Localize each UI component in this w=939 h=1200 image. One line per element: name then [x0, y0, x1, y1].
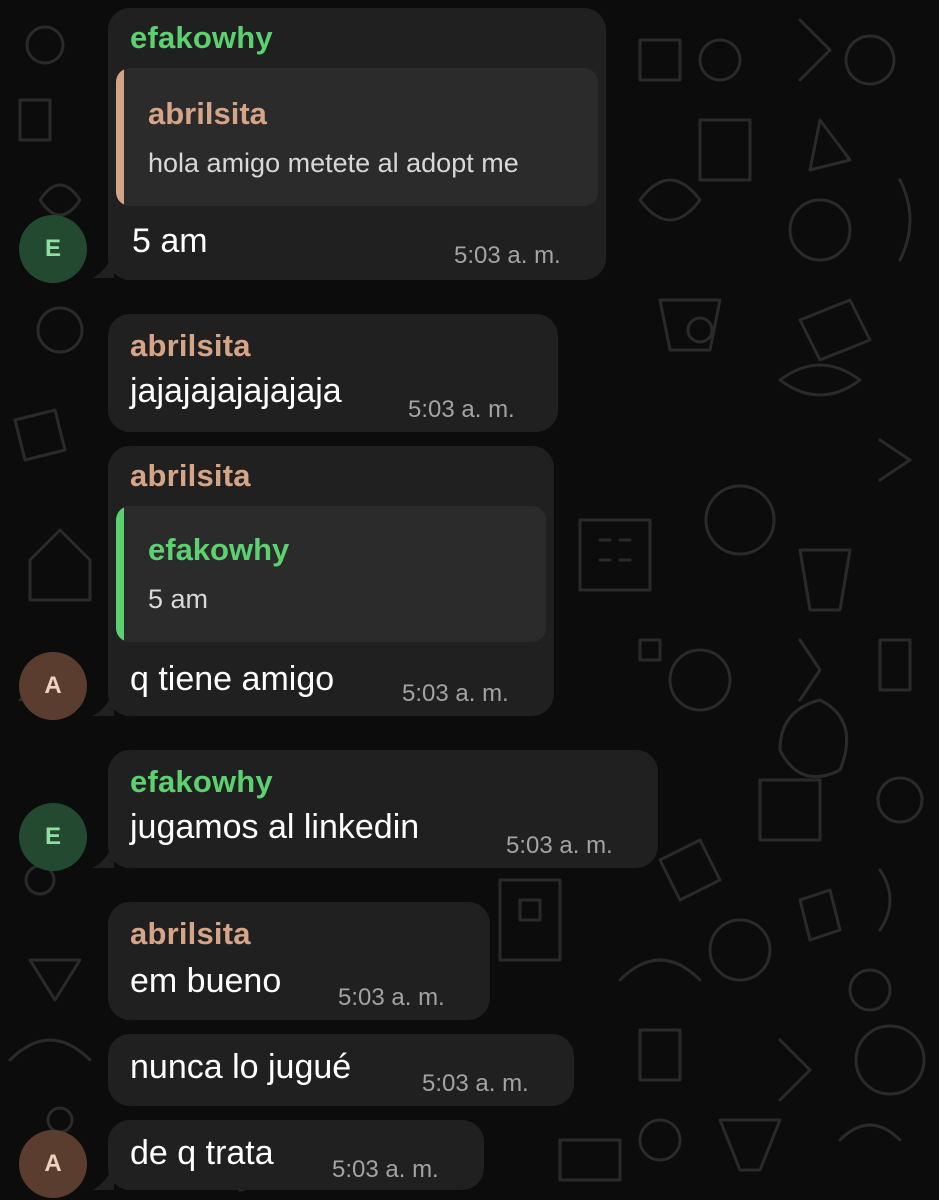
chat-view[interactable]: efakowhy abrilsita hola amigo metete al … [0, 0, 939, 1200]
message-bubble[interactable]: efakowhy jugamos al linkedin 5:03 a. m. [108, 750, 658, 868]
message-bubble[interactable]: abrilsita efakowhy 5 am q tiene amigo 5:… [108, 446, 554, 716]
message-timestamp: 5:03 a. m. [454, 242, 561, 269]
quote-bar [116, 68, 124, 206]
reply-quote[interactable]: efakowhy 5 am [116, 506, 546, 642]
avatar[interactable]: A [19, 652, 87, 720]
message-timestamp: 5:03 a. m. [402, 680, 509, 707]
message-bubble[interactable]: abrilsita jajajajajajajaja 5:03 a. m. [108, 314, 558, 432]
message-text: q tiene amigo [130, 660, 335, 698]
message-timestamp: 5:03 a. m. [338, 984, 445, 1011]
quote-text: 5 am [148, 584, 209, 614]
sender-name[interactable]: abrilsita [130, 458, 251, 494]
avatar[interactable]: E [19, 215, 87, 283]
quote-bar [116, 506, 124, 642]
quote-sender: efakowhy [148, 532, 290, 567]
quote-sender: abrilsita [148, 96, 267, 131]
message-text: jugamos al linkedin [130, 808, 420, 846]
message-bubble[interactable]: nunca lo jugué 5:03 a. m. [108, 1034, 574, 1106]
quote-text: hola amigo metete al adopt me [148, 148, 519, 178]
message-timestamp: 5:03 a. m. [506, 832, 613, 859]
sender-name[interactable]: efakowhy [130, 764, 273, 800]
avatar[interactable]: A [19, 1130, 87, 1198]
message-text: nunca lo jugué [130, 1048, 352, 1086]
message-bubble[interactable]: de q trata 5:03 a. m. [108, 1120, 484, 1190]
sender-name[interactable]: efakowhy [130, 20, 273, 56]
reply-quote[interactable]: abrilsita hola amigo metete al adopt me [116, 68, 598, 206]
message-timestamp: 5:03 a. m. [422, 1070, 529, 1097]
message-text: 5 am [132, 222, 208, 260]
message-text: jajajajajajajaja [130, 372, 342, 410]
avatar[interactable]: E [19, 803, 87, 871]
message-bubble[interactable]: efakowhy abrilsita hola amigo metete al … [108, 8, 606, 280]
sender-name[interactable]: abrilsita [130, 916, 251, 952]
message-timestamp: 5:03 a. m. [408, 396, 515, 423]
sender-name[interactable]: abrilsita [130, 328, 251, 364]
message-timestamp: 5:03 a. m. [332, 1156, 439, 1183]
message-bubble[interactable]: abrilsita em bueno 5:03 a. m. [108, 902, 490, 1020]
message-text: em bueno [130, 962, 282, 1000]
message-text: de q trata [130, 1134, 274, 1172]
